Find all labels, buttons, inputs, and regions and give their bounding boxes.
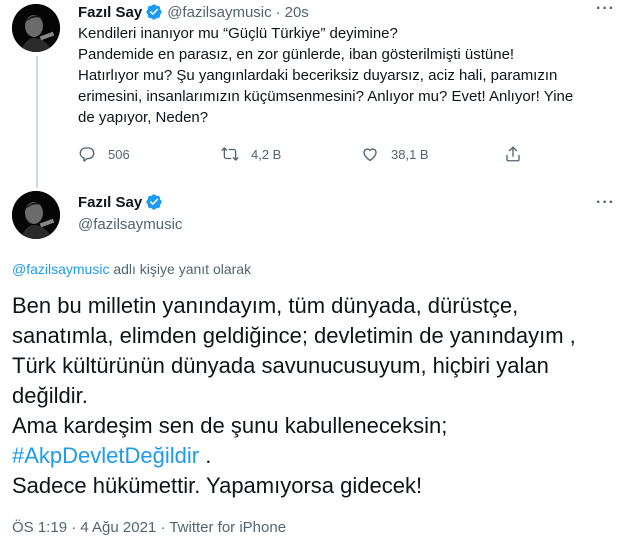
user-handle[interactable]: @fazilsaymusic [167, 4, 271, 21]
reply-count: 506 [108, 146, 130, 162]
verified-badge-icon [145, 193, 163, 211]
avatar[interactable] [12, 191, 60, 239]
more-options-button[interactable]: ··· [596, 194, 615, 212]
tweet-header: Fazıl Say @fazilsaymusic · 20s [78, 1, 309, 23]
tweet-text-line: Ama kardeşim sen de şunu kabulleneceksin… [12, 413, 448, 438]
reply-button[interactable]: 506 [78, 145, 130, 163]
author-name-row: Fazıl Say [78, 193, 167, 211]
hashtag-suffix: . [199, 443, 212, 468]
avatar[interactable] [12, 4, 60, 52]
tweet-text-line: Pandemide en parasız, en zor günlerde, i… [78, 46, 515, 63]
tweet-text-line: sanatımla, elimden geldiğince; devletimi… [12, 323, 576, 348]
retweet-button[interactable]: 4,2 B [221, 145, 281, 163]
reply-context: @fazilsaymusic adlı kişiye yanıt olarak [12, 261, 251, 277]
tweet-text: Ben bu milletin yanındayım, tüm dünyada,… [12, 291, 627, 501]
avatar-image [12, 4, 60, 52]
retweet-icon [221, 147, 239, 161]
tweet-text-line: Ben bu milletin yanındayım, tüm dünyada,… [12, 293, 519, 318]
share-icon [506, 146, 520, 162]
tweet-text-line: erimesini, insanlarımızın küçümsenmesini… [78, 88, 574, 105]
display-name[interactable]: Fazıl Say [78, 194, 142, 211]
reply-icon [79, 147, 95, 162]
like-count: 38,1 B [391, 146, 429, 162]
tweet-timestamp[interactable]: 20s [285, 4, 309, 21]
display-name[interactable]: Fazıl Say [78, 4, 142, 21]
tweet-actions: 506 4,2 B 38,1 B [78, 145, 528, 167]
hashtag-line: #AkpDevletDeğildir . [12, 441, 627, 471]
retweet-count: 4,2 B [251, 146, 282, 162]
hashtag-link[interactable]: #AkpDevletDeğildir [12, 443, 199, 468]
heart-icon [363, 148, 377, 162]
tweet-text-line: Sadece hükümettir. Yapamıyorsa gidecek! [12, 473, 423, 498]
thread-line [36, 56, 38, 188]
reply-mention-link[interactable]: @fazilsaymusic [12, 261, 109, 277]
tweet-metadata[interactable]: ÖS 1:19 · 4 Ağu 2021 · Twitter for iPhon… [12, 519, 286, 536]
separator-dot: · [275, 3, 281, 21]
verified-badge-icon [145, 3, 163, 21]
tweet-text-line: Kendileri inanıyor mu “Güçlü Türkiye” de… [78, 25, 398, 42]
reply-context-text: adlı kişiye yanıt olarak [109, 261, 252, 277]
tweet-text: Kendileri inanıyor mu “Güçlü Türkiye” de… [78, 23, 618, 128]
tweet-text-line: Türk kültürünün dünyada savunucusuyum, h… [12, 353, 549, 378]
user-handle[interactable]: @fazilsaymusic [78, 216, 182, 233]
tweet-text-line: de yapıyor, Neden? [78, 109, 209, 126]
tweet-text-line: Hatırlıyor mu? Şu yangınlardaki beceriks… [78, 67, 558, 84]
tweet-text-line: değildir. [12, 383, 88, 408]
like-button[interactable]: 38,1 B [361, 145, 429, 163]
share-button[interactable] [504, 145, 522, 163]
avatar-image [12, 191, 60, 239]
more-options-button[interactable]: ··· [596, 0, 615, 18]
